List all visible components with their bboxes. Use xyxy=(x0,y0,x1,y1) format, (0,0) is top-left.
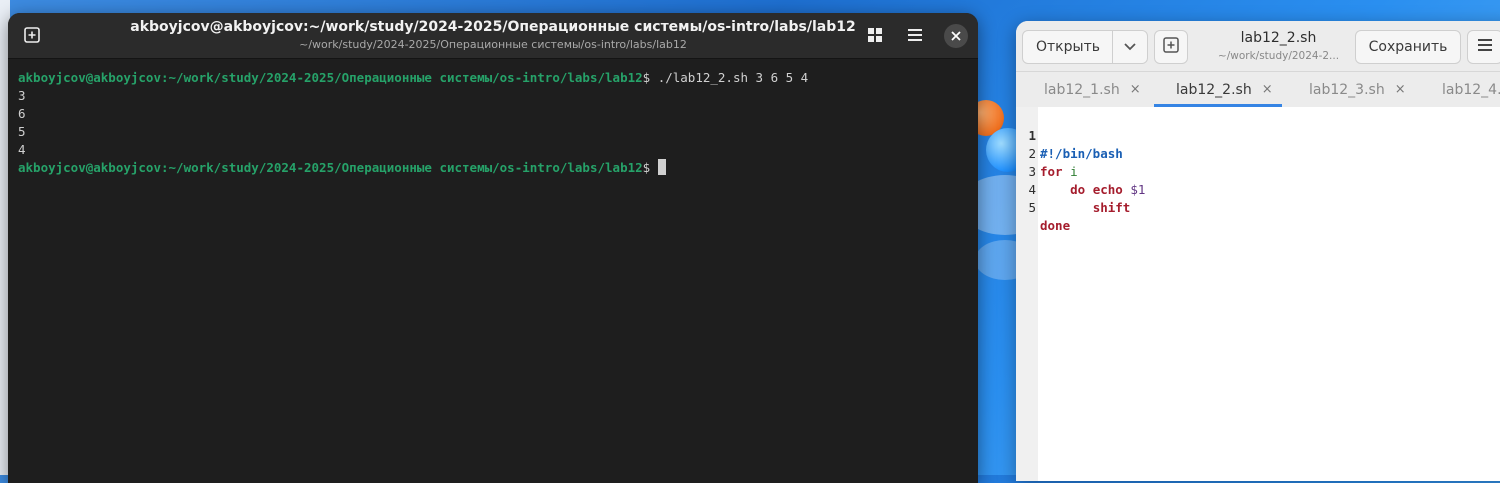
tab-label: lab12_2.sh xyxy=(1176,81,1252,98)
editor-header[interactable]: Открыть lab12_2.sh ~/work/study/2024-2..… xyxy=(1016,21,1500,72)
tab-lab12-2[interactable]: lab12_2.sh × xyxy=(1176,72,1273,107)
tab-lab12-4[interactable]: lab12_4.s xyxy=(1442,72,1500,107)
text-editor-window[interactable]: Открыть lab12_2.sh ~/work/study/2024-2..… xyxy=(1016,21,1500,481)
tab-label: lab12_4.s xyxy=(1442,81,1500,98)
menu-icon[interactable] xyxy=(899,20,931,50)
line-number: 5 xyxy=(1028,200,1036,215)
terminal-window[interactable]: akboyjcov@akboyjcov:~/work/study/2024-20… xyxy=(8,13,978,483)
grid-view-icon[interactable] xyxy=(859,20,891,50)
prompt-user: akboyjcov@akboyjcov xyxy=(18,160,161,175)
tab-close-icon[interactable]: × xyxy=(1395,82,1406,97)
tab-label: lab12_3.sh xyxy=(1309,81,1385,98)
chevron-down-icon xyxy=(1124,39,1136,55)
code-editor[interactable]: 1 #!/bin/bash 2 for i 3 do echo $1 4 shi… xyxy=(1016,107,1500,481)
editor-tabs[interactable]: lab12_1.sh × lab12_2.sh × lab12_3.sh × lab1… xyxy=(1016,72,1500,108)
prompt-path: :~/work/study/2024-2025/Операционные сис… xyxy=(161,160,643,175)
variable: i xyxy=(1070,164,1078,179)
prompt-symbol: $ xyxy=(642,160,651,175)
code-line: 3 do echo $1 xyxy=(1016,145,1145,197)
menu-icon xyxy=(1478,39,1492,55)
menu-button[interactable] xyxy=(1467,30,1500,64)
keyword: shift xyxy=(1092,200,1131,215)
editor-title: lab12_2.sh xyxy=(1240,30,1317,46)
terminal-subtitle: ~/work/study/2024-2025/Операционные сист… xyxy=(299,38,687,51)
tab-lab12-1[interactable]: lab12_1.sh × xyxy=(1044,72,1141,107)
output-line: 6 xyxy=(18,106,26,121)
command-text: ./lab12_2.sh 3 6 5 4 xyxy=(650,70,809,85)
output-line: 4 xyxy=(18,142,26,157)
keyword: do xyxy=(1070,182,1086,197)
new-document-icon xyxy=(1163,37,1179,57)
code-line: 4 shift xyxy=(1016,163,1130,215)
editor-subtitle: ~/work/study/2024-2... xyxy=(1217,50,1340,62)
open-dropdown-button[interactable] xyxy=(1112,30,1148,64)
tab-close-icon[interactable]: × xyxy=(1262,82,1273,97)
tab-close-icon[interactable]: × xyxy=(1130,82,1141,97)
new-tab-icon[interactable] xyxy=(16,20,48,50)
argument: $1 xyxy=(1130,182,1146,197)
code-line: 2 for i xyxy=(1016,127,1077,179)
terminal-title: akboyjcov@akboyjcov:~/work/study/2024-20… xyxy=(130,19,856,35)
output-line: 3 xyxy=(18,88,26,103)
save-button[interactable]: Сохранить xyxy=(1355,30,1461,64)
code-line: 5 done xyxy=(1016,181,1070,233)
close-icon[interactable] xyxy=(944,24,968,48)
code-line: 1 #!/bin/bash xyxy=(1016,109,1122,161)
output-line: 5 xyxy=(18,124,26,139)
prompt-path: :~/work/study/2024-2025/Операционные сис… xyxy=(161,70,643,85)
terminal-output[interactable]: akboyjcov@akboyjcov:~/work/study/2024-20… xyxy=(8,59,978,177)
tab-lab12-3[interactable]: lab12_3.sh × xyxy=(1309,72,1406,107)
text-cursor xyxy=(657,159,666,175)
terminal-header[interactable]: akboyjcov@akboyjcov:~/work/study/2024-20… xyxy=(8,13,978,59)
keyword: done xyxy=(1040,218,1071,233)
prompt-user: akboyjcov@akboyjcov xyxy=(18,70,161,85)
keyword: echo xyxy=(1092,182,1123,197)
open-button[interactable]: Открыть xyxy=(1022,30,1114,64)
new-document-button[interactable] xyxy=(1154,30,1188,64)
tab-label: lab12_1.sh xyxy=(1044,81,1120,98)
